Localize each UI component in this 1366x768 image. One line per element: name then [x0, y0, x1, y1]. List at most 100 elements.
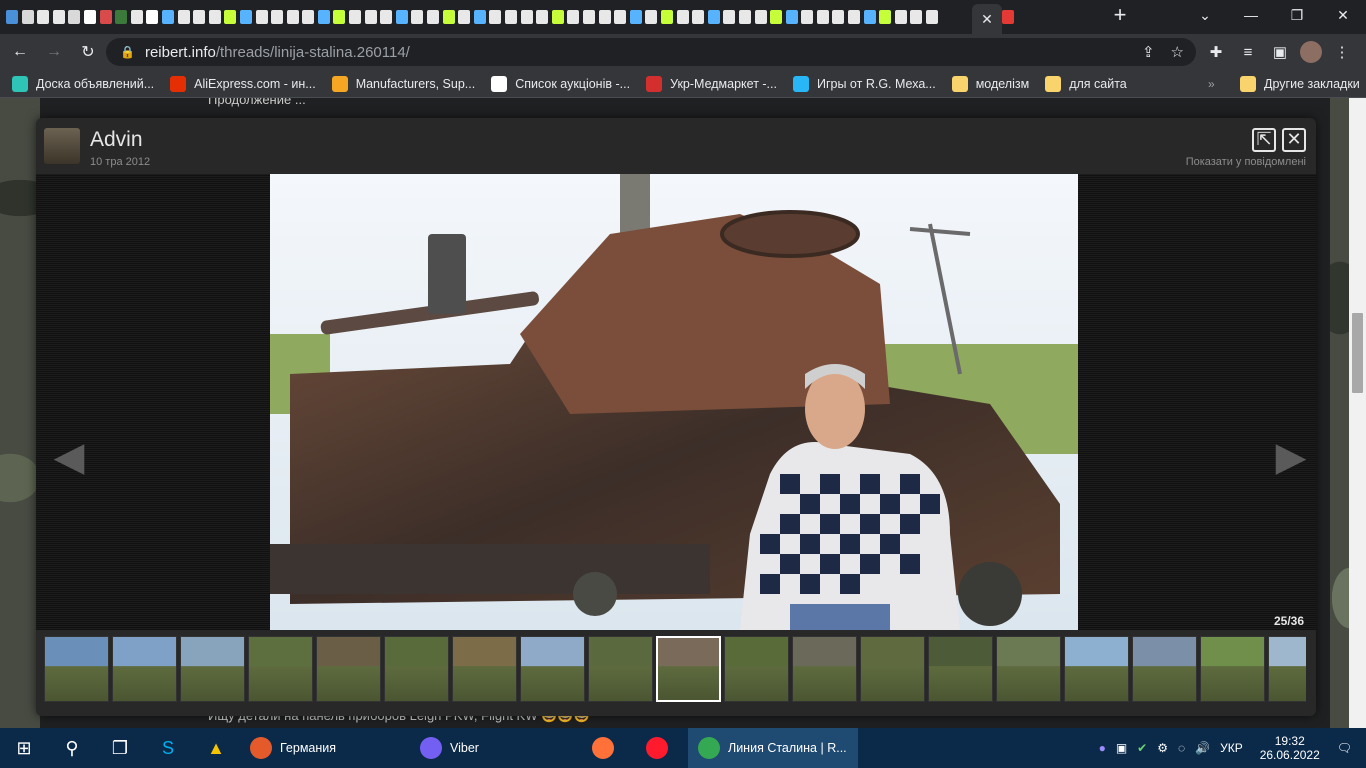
reading-list-icon[interactable]: ≡ — [1236, 38, 1260, 66]
tab-favicon[interactable] — [146, 10, 159, 24]
tab-favicon[interactable] — [707, 10, 720, 24]
tray-tool-icon[interactable]: ⚙ — [1157, 741, 1168, 755]
tab-favicon[interactable] — [723, 10, 736, 24]
taskbar-app[interactable]: Германия — [240, 728, 410, 768]
bookmark-item[interactable]: Игры от R.G. Меха... — [792, 75, 936, 92]
tab-favicon[interactable] — [505, 10, 517, 24]
thumbnail[interactable] — [1200, 636, 1265, 702]
volume-icon[interactable]: 🔊 — [1195, 741, 1210, 755]
bookmark-item[interactable]: AliExpress.com - ин... — [170, 75, 316, 92]
menu-icon[interactable]: ⋮ — [1330, 38, 1354, 66]
bookmarks-overflow-icon[interactable]: » — [1208, 77, 1215, 91]
active-tab[interactable]: ✕ — [972, 4, 1002, 34]
lock-icon[interactable]: 🔒 — [120, 45, 135, 59]
tab-favicon[interactable] — [785, 10, 798, 24]
tab-favicon[interactable] — [302, 10, 315, 24]
tab-favicon[interactable] — [83, 10, 96, 24]
tab-favicon[interactable] — [801, 10, 814, 24]
share-icon[interactable]: ⇪ — [1142, 43, 1155, 61]
tab-favicon[interactable] — [271, 10, 284, 24]
thumbnail[interactable] — [384, 636, 449, 702]
back-button[interactable]: ← — [6, 38, 34, 66]
close-lightbox-icon[interactable]: ✕ — [1282, 128, 1306, 152]
tab-favicon[interactable] — [364, 10, 377, 24]
thumbnail[interactable] — [112, 636, 177, 702]
bookmark-item[interactable]: моделізм — [951, 75, 1029, 92]
tab-favicon[interactable] — [738, 10, 751, 24]
tab-favicon[interactable] — [660, 10, 673, 24]
tab-favicon[interactable] — [177, 10, 190, 24]
tab-favicon[interactable] — [161, 10, 174, 24]
forward-button[interactable]: → — [40, 38, 68, 66]
thumbnail[interactable] — [792, 636, 857, 702]
thumbnail[interactable] — [44, 636, 109, 702]
tab-favicon[interactable] — [349, 10, 362, 24]
thumbnail[interactable] — [928, 636, 993, 702]
tab-favicon[interactable] — [551, 10, 564, 24]
tab-favicon[interactable] — [770, 10, 783, 24]
skype-icon[interactable]: S — [144, 728, 192, 768]
tray-check-icon[interactable]: ✔ — [1137, 741, 1147, 755]
start-icon[interactable]: ⊞ — [0, 728, 48, 768]
tab-favicon[interactable] — [489, 10, 502, 24]
side-panel-icon[interactable]: ▣ — [1268, 38, 1292, 66]
page-scrollbar[interactable] — [1349, 98, 1366, 728]
bookmark-item[interactable]: Доска объявлений... — [12, 75, 154, 92]
tab-favicon[interactable] — [816, 10, 829, 24]
thumbnail[interactable] — [724, 636, 789, 702]
tab-favicon[interactable] — [832, 10, 845, 24]
thumbnail[interactable] — [656, 636, 721, 702]
thumbnail[interactable] — [1064, 636, 1129, 702]
tab-favicon[interactable] — [130, 10, 143, 24]
tab-favicon[interactable] — [380, 10, 393, 24]
taskbar-app[interactable]: Viber — [410, 728, 580, 768]
taskbar-app[interactable] — [580, 728, 634, 768]
tray-app-icon[interactable]: ▣ — [1116, 741, 1127, 755]
tab-favicon[interactable] — [582, 10, 595, 24]
maximize-button[interactable]: ❐ — [1274, 0, 1320, 30]
task-view-icon[interactable]: ❐ — [96, 728, 144, 768]
tab-favicon[interactable] — [115, 10, 128, 24]
bookmark-item[interactable]: для сайта — [1045, 75, 1127, 92]
tab-favicon[interactable] — [208, 10, 221, 24]
tab-favicon[interactable] — [879, 10, 892, 24]
next-image-arrow[interactable]: ▶ — [1266, 432, 1316, 482]
thumbnail[interactable] — [996, 636, 1061, 702]
bookmark-item[interactable]: Manufacturers, Sup... — [331, 75, 475, 92]
tab-favicon[interactable] — [676, 10, 689, 24]
thumbnail[interactable] — [1132, 636, 1197, 702]
show-in-post-link[interactable]: Показати у повідомлені — [1186, 156, 1306, 168]
thumbnail[interactable] — [180, 636, 245, 702]
new-tab-button[interactable]: + — [1108, 4, 1132, 28]
tab-favicon[interactable] — [224, 10, 237, 24]
close-window-button[interactable]: ✕ — [1320, 0, 1366, 30]
tab-favicon[interactable] — [458, 10, 471, 24]
tab-favicon[interactable] — [926, 10, 939, 24]
archicad-icon[interactable]: ▲ — [192, 728, 240, 768]
tab-favicon[interactable] — [520, 10, 533, 24]
bookmark-star-icon[interactable]: ☆ — [1171, 43, 1184, 61]
tab-close-icon[interactable]: ✕ — [981, 11, 993, 28]
tab-favicon[interactable] — [863, 10, 876, 24]
profile-avatar[interactable] — [1300, 41, 1322, 63]
tab-favicon[interactable] — [442, 10, 455, 24]
tab-favicon[interactable] — [99, 10, 112, 24]
previous-image-arrow[interactable]: ◀ — [44, 432, 94, 482]
search-icon[interactable]: ⚲ — [48, 728, 96, 768]
tab-favicon[interactable] — [255, 10, 268, 24]
author-name[interactable]: Advin — [90, 128, 143, 152]
thumbnail[interactable] — [520, 636, 585, 702]
language-indicator[interactable]: УКР — [1220, 741, 1243, 755]
tab-favicon[interactable] — [629, 10, 642, 24]
open-original-icon[interactable]: ⇱ — [1252, 128, 1276, 152]
tab-favicon[interactable] — [910, 10, 923, 24]
tab-favicon[interactable] — [1002, 10, 1014, 24]
tab-favicon[interactable] — [754, 10, 767, 24]
tab-favicon[interactable] — [193, 10, 206, 24]
tab-favicon[interactable] — [427, 10, 440, 24]
taskbar-app[interactable] — [634, 728, 688, 768]
clock[interactable]: 19:32 26.06.2022 — [1260, 734, 1320, 762]
thumbnail[interactable] — [452, 636, 517, 702]
address-bar[interactable]: 🔒 reibert.info/threads/linija-stalina.26… — [106, 38, 1196, 66]
scrollbar-thumb[interactable] — [1352, 313, 1363, 393]
